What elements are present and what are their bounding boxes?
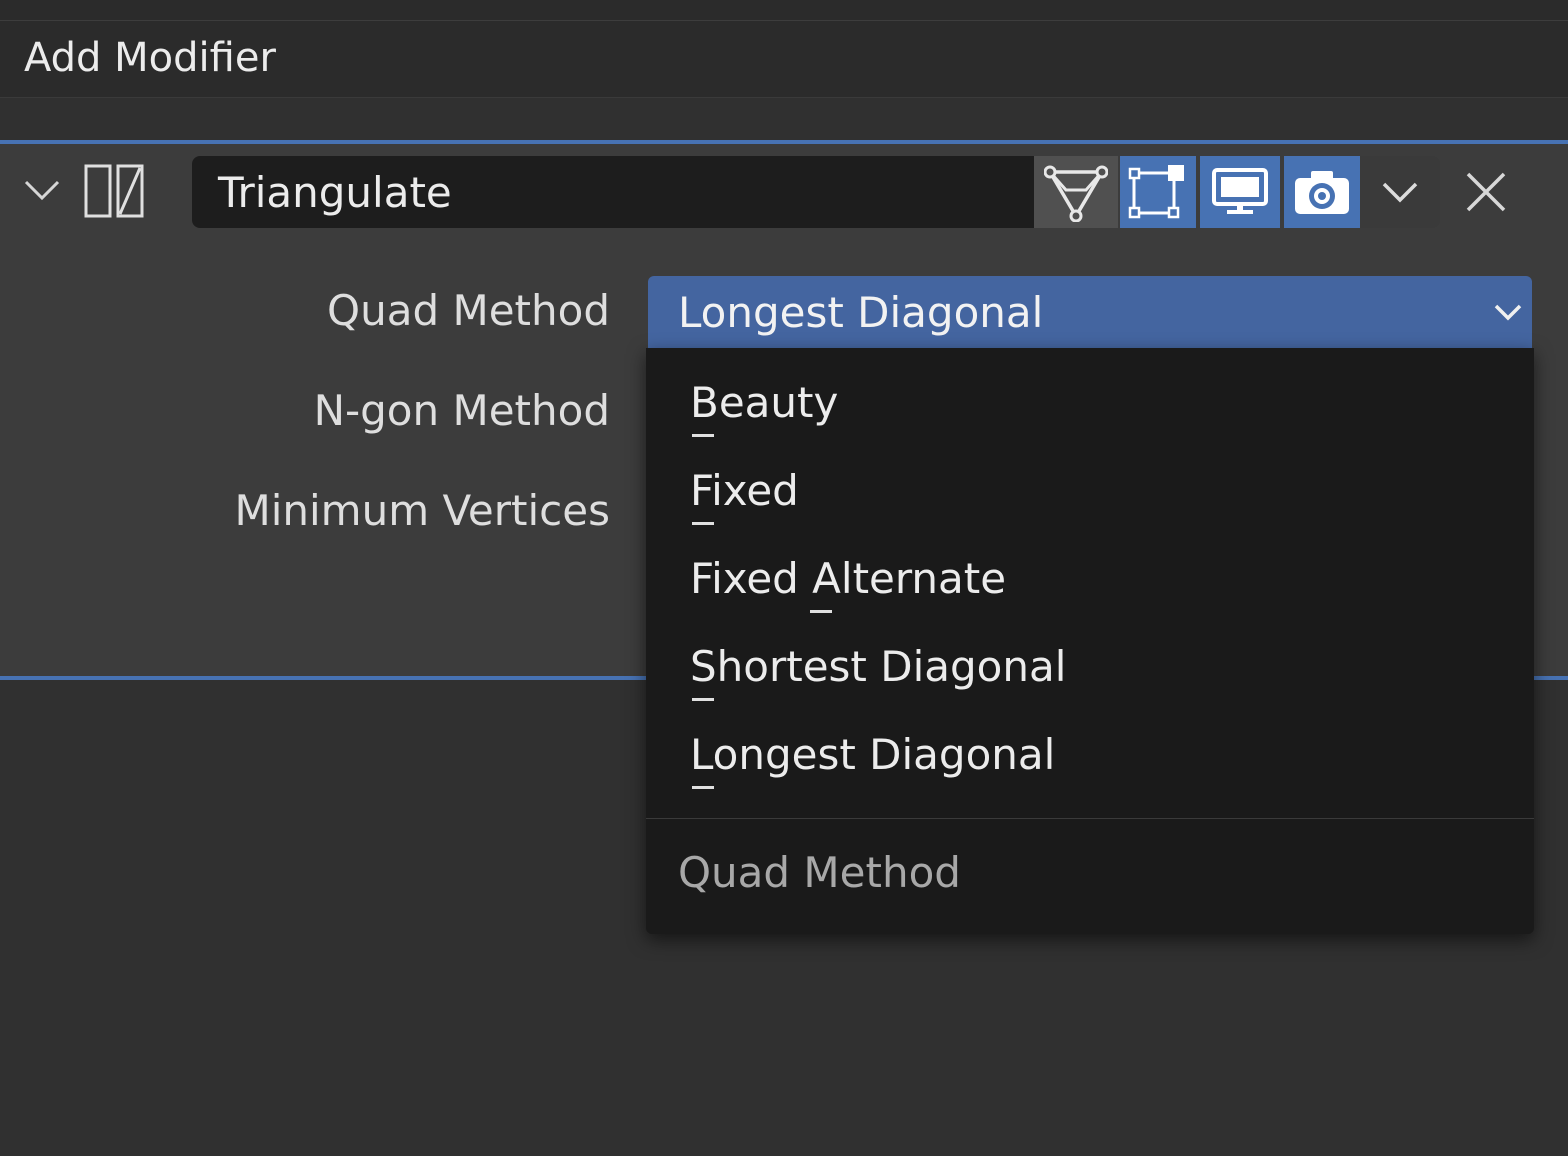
modifier-properties-area: Add Modifier Triangulate Quad Method N-g… [0,0,1568,1156]
menu-item-label: Fixed [690,466,799,515]
modifier-extras-menu-button[interactable] [1360,156,1440,228]
edit-mode-toggle[interactable] [1034,156,1118,228]
menu-item-shortest-diagonal[interactable]: Shortest Diagonal [690,642,1067,701]
minimum-vertices-label: Minimum Vertices [234,486,610,535]
chevron-down-icon [1494,304,1522,321]
mnemonic-underline [810,610,832,613]
edit-mode-icon [1044,165,1108,222]
chevron-down-icon[interactable] [22,170,62,210]
viewport-toggle[interactable] [1200,156,1280,228]
camera-icon [1295,171,1349,214]
add-modifier-label: Add Modifier [24,35,276,81]
ngon-method-label: N-gon Method [313,386,610,435]
menu-item-label: Longest Diagonal [690,730,1056,779]
menu-title: Quad Method [678,848,961,897]
on-cage-icon [1128,165,1184,219]
menu-item-label: Shortest Diagonal [690,642,1067,691]
mnemonic-underline [692,522,714,525]
quad-method-value: Longest Diagonal [678,288,1044,337]
menu-item-fixed[interactable]: Fixed [690,466,799,525]
monitor-icon [1212,168,1268,214]
quad-method-dropdown[interactable]: Longest Diagonal [648,276,1532,348]
menu-item-label: Fixed Alternate [690,554,1007,603]
close-icon[interactable] [1460,166,1512,218]
menu-item-longest-diagonal[interactable]: Longest Diagonal [690,730,1056,789]
quad-method-menu: Beauty Fixed Fixed Alternate Shortest Di… [646,348,1534,934]
menu-item-fixed-alternate[interactable]: Fixed Alternate [690,554,1007,613]
menu-item-beauty[interactable]: Beauty [690,378,839,437]
render-toggle[interactable] [1284,156,1360,228]
modifier-name-field[interactable]: Triangulate [192,156,1034,228]
menu-separator [646,818,1534,819]
add-modifier-button[interactable]: Add Modifier [0,21,1568,98]
chevron-down-icon [1382,182,1418,203]
mnemonic-underline [692,786,714,789]
triangulate-modifier-icon [82,162,148,220]
modifier-name-text: Triangulate [218,168,452,217]
quad-method-label: Quad Method [327,286,610,335]
mnemonic-underline [692,698,714,701]
top-strip [0,0,1568,21]
menu-item-label: Beauty [690,378,839,427]
on-cage-toggle[interactable] [1120,156,1196,228]
mnemonic-underline [692,434,714,437]
